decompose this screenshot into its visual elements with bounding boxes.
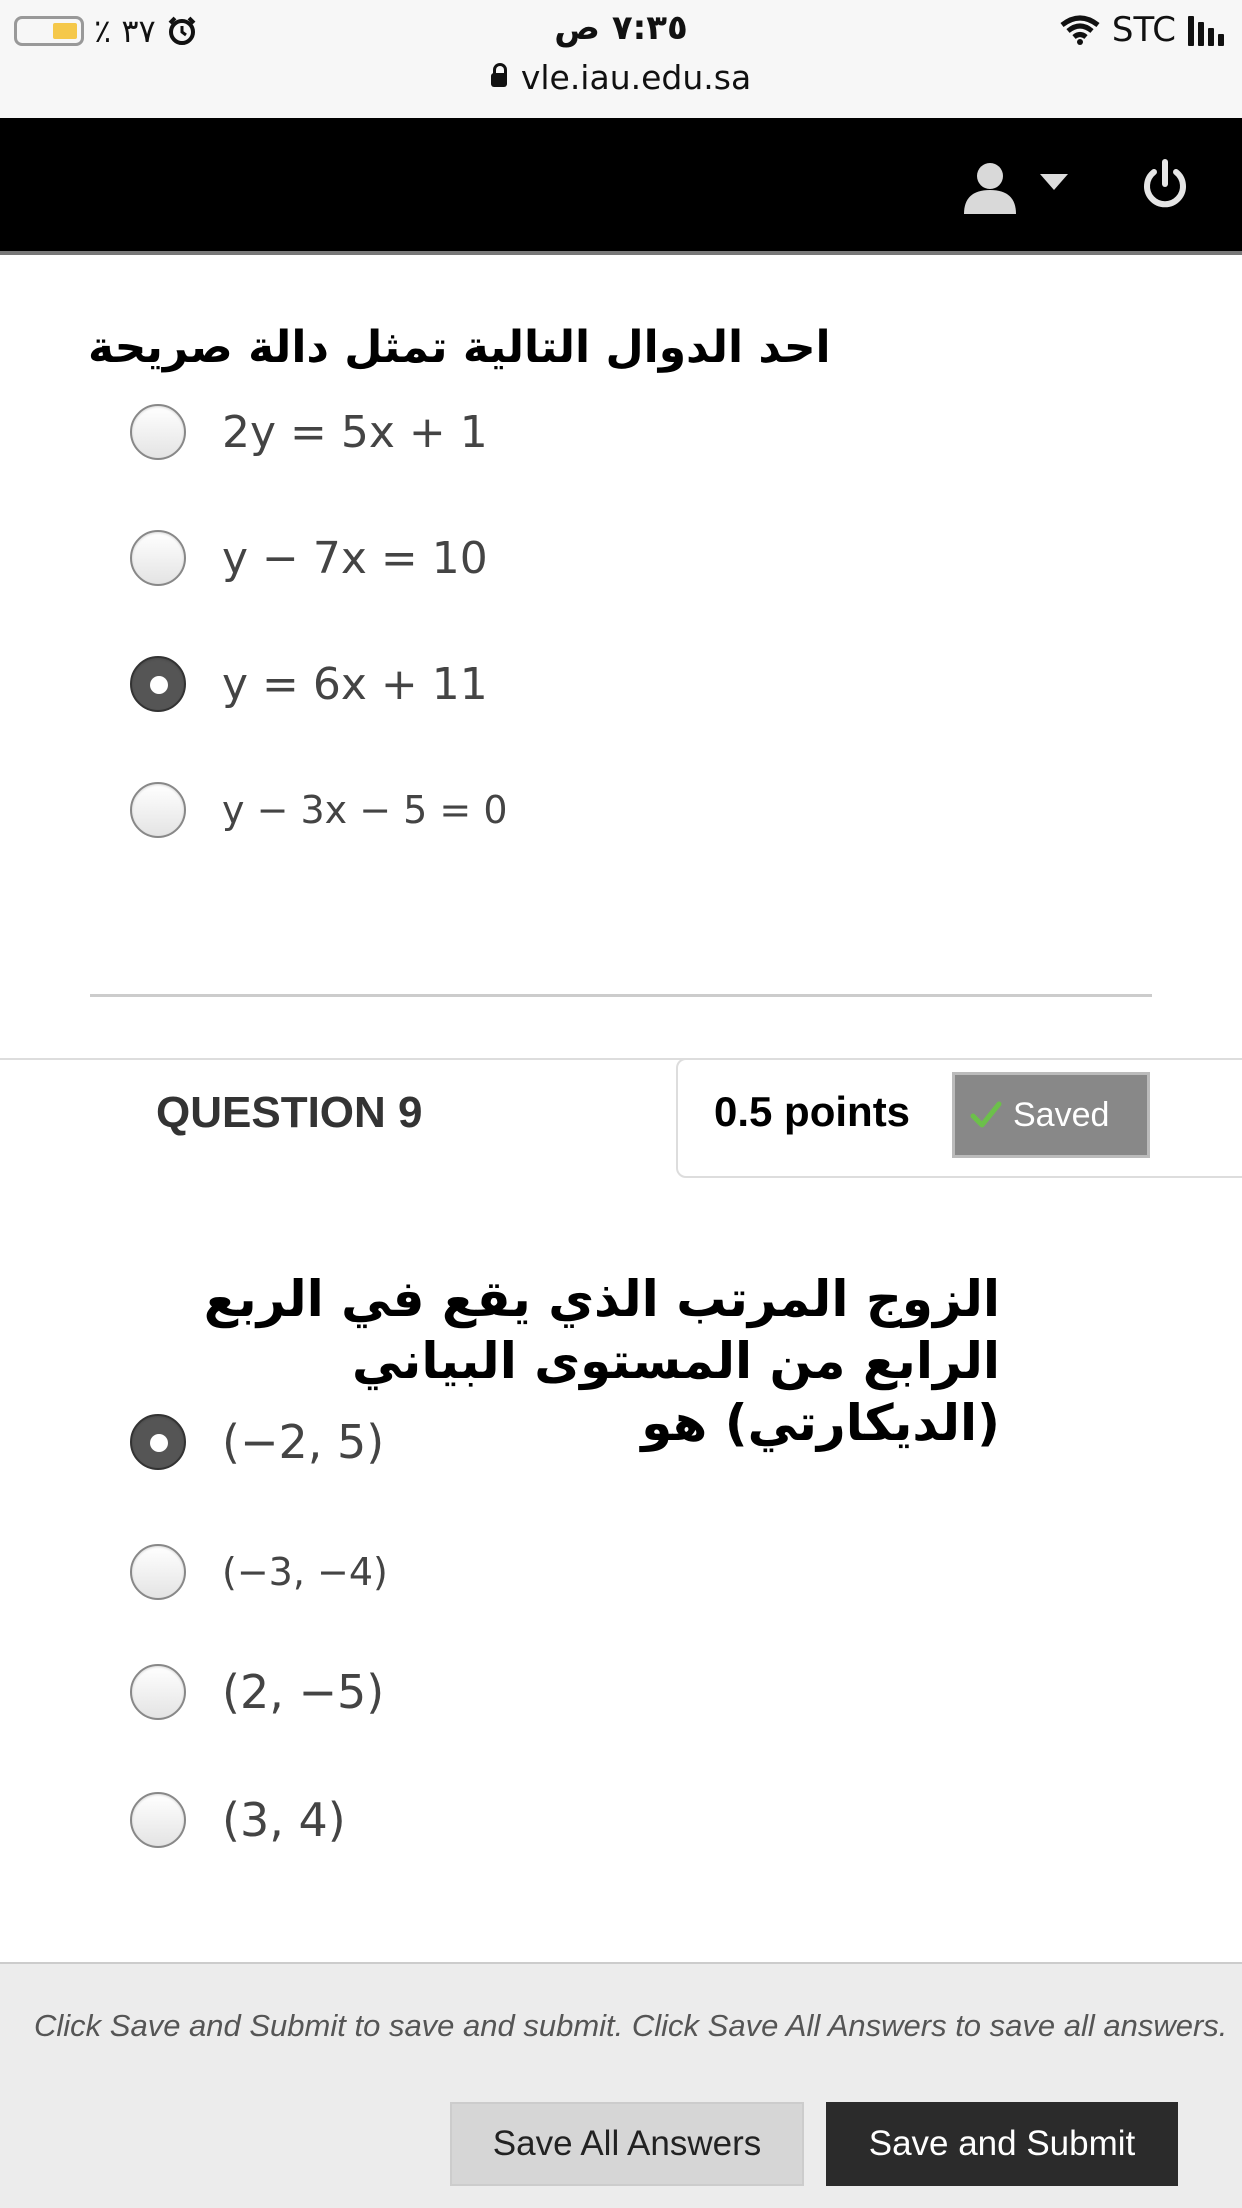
question-divider bbox=[90, 994, 1152, 997]
question-9-option[interactable]: (−3, −4) bbox=[130, 1544, 388, 1600]
check-icon bbox=[970, 1101, 1002, 1128]
question-9-option[interactable]: (3, 4) bbox=[130, 1792, 346, 1848]
option-label: y = 6x + 11 bbox=[222, 658, 488, 710]
option-label: y − 3x − 5 = 0 bbox=[222, 788, 508, 832]
radio-button-selected[interactable] bbox=[130, 656, 186, 712]
top-navbar bbox=[0, 118, 1242, 251]
status-bar: ٪ ٣٧ ٧:٣٥ ص vle.iau.edu.sa STC bbox=[0, 0, 1242, 118]
wifi-icon bbox=[1060, 15, 1100, 45]
question-8-option[interactable]: 2y = 5x + 1 bbox=[130, 404, 488, 460]
question-points: 0.5 points bbox=[714, 1088, 911, 1135]
option-label: (−3, −4) bbox=[222, 1550, 388, 1594]
footer-hint: Click Save and Submit to save and submit… bbox=[34, 2008, 1228, 2043]
radio-button[interactable] bbox=[130, 404, 186, 460]
question-8-option[interactable]: y − 3x − 5 = 0 bbox=[130, 782, 508, 838]
radio-button-selected[interactable] bbox=[130, 1414, 186, 1470]
radio-button[interactable] bbox=[130, 1792, 186, 1848]
save-and-submit-button[interactable]: Save and Submit bbox=[826, 2102, 1178, 2186]
signal-icon bbox=[1188, 14, 1224, 46]
status-time: ٧:٣٥ ص bbox=[554, 8, 688, 48]
radio-button[interactable] bbox=[130, 1544, 186, 1600]
lock-icon bbox=[490, 63, 507, 87]
status-right: STC bbox=[1060, 10, 1224, 50]
address-bar[interactable]: vle.iau.edu.sa bbox=[0, 58, 1242, 97]
url-text: vle.iau.edu.sa bbox=[520, 58, 752, 97]
submit-footer: Click Save and Submit to save and submit… bbox=[0, 1962, 1242, 2208]
user-menu-caret-icon[interactable] bbox=[1040, 174, 1068, 190]
carrier-name: STC bbox=[1111, 10, 1176, 50]
save-all-answers-button[interactable]: Save All Answers bbox=[450, 2102, 804, 2186]
radio-button[interactable] bbox=[130, 530, 186, 586]
question-9-title: QUESTION 9 bbox=[156, 1088, 423, 1137]
power-icon[interactable] bbox=[1140, 158, 1190, 212]
navbar-divider bbox=[0, 251, 1242, 255]
question-8-option[interactable]: y = 6x + 11 bbox=[130, 656, 488, 712]
option-label: (3, 4) bbox=[222, 1793, 346, 1847]
option-label: (−2, 5) bbox=[222, 1415, 385, 1469]
question-9-option[interactable]: (−2, 5) bbox=[130, 1414, 384, 1470]
option-label: (2, −5) bbox=[222, 1665, 385, 1719]
question-8-text: احد الدوال التالية تمثل دالة صريحة bbox=[88, 322, 831, 373]
saved-label: Saved bbox=[1013, 1095, 1110, 1134]
saved-badge: Saved bbox=[952, 1072, 1150, 1158]
question-9-option[interactable]: (2, −5) bbox=[130, 1664, 384, 1720]
radio-button[interactable] bbox=[130, 782, 186, 838]
option-label: 2y = 5x + 1 bbox=[222, 406, 488, 458]
user-icon[interactable] bbox=[960, 156, 1020, 216]
question-8-option[interactable]: y − 7x = 10 bbox=[130, 530, 488, 586]
option-label: y − 7x = 10 bbox=[222, 532, 488, 584]
radio-button[interactable] bbox=[130, 1664, 186, 1720]
